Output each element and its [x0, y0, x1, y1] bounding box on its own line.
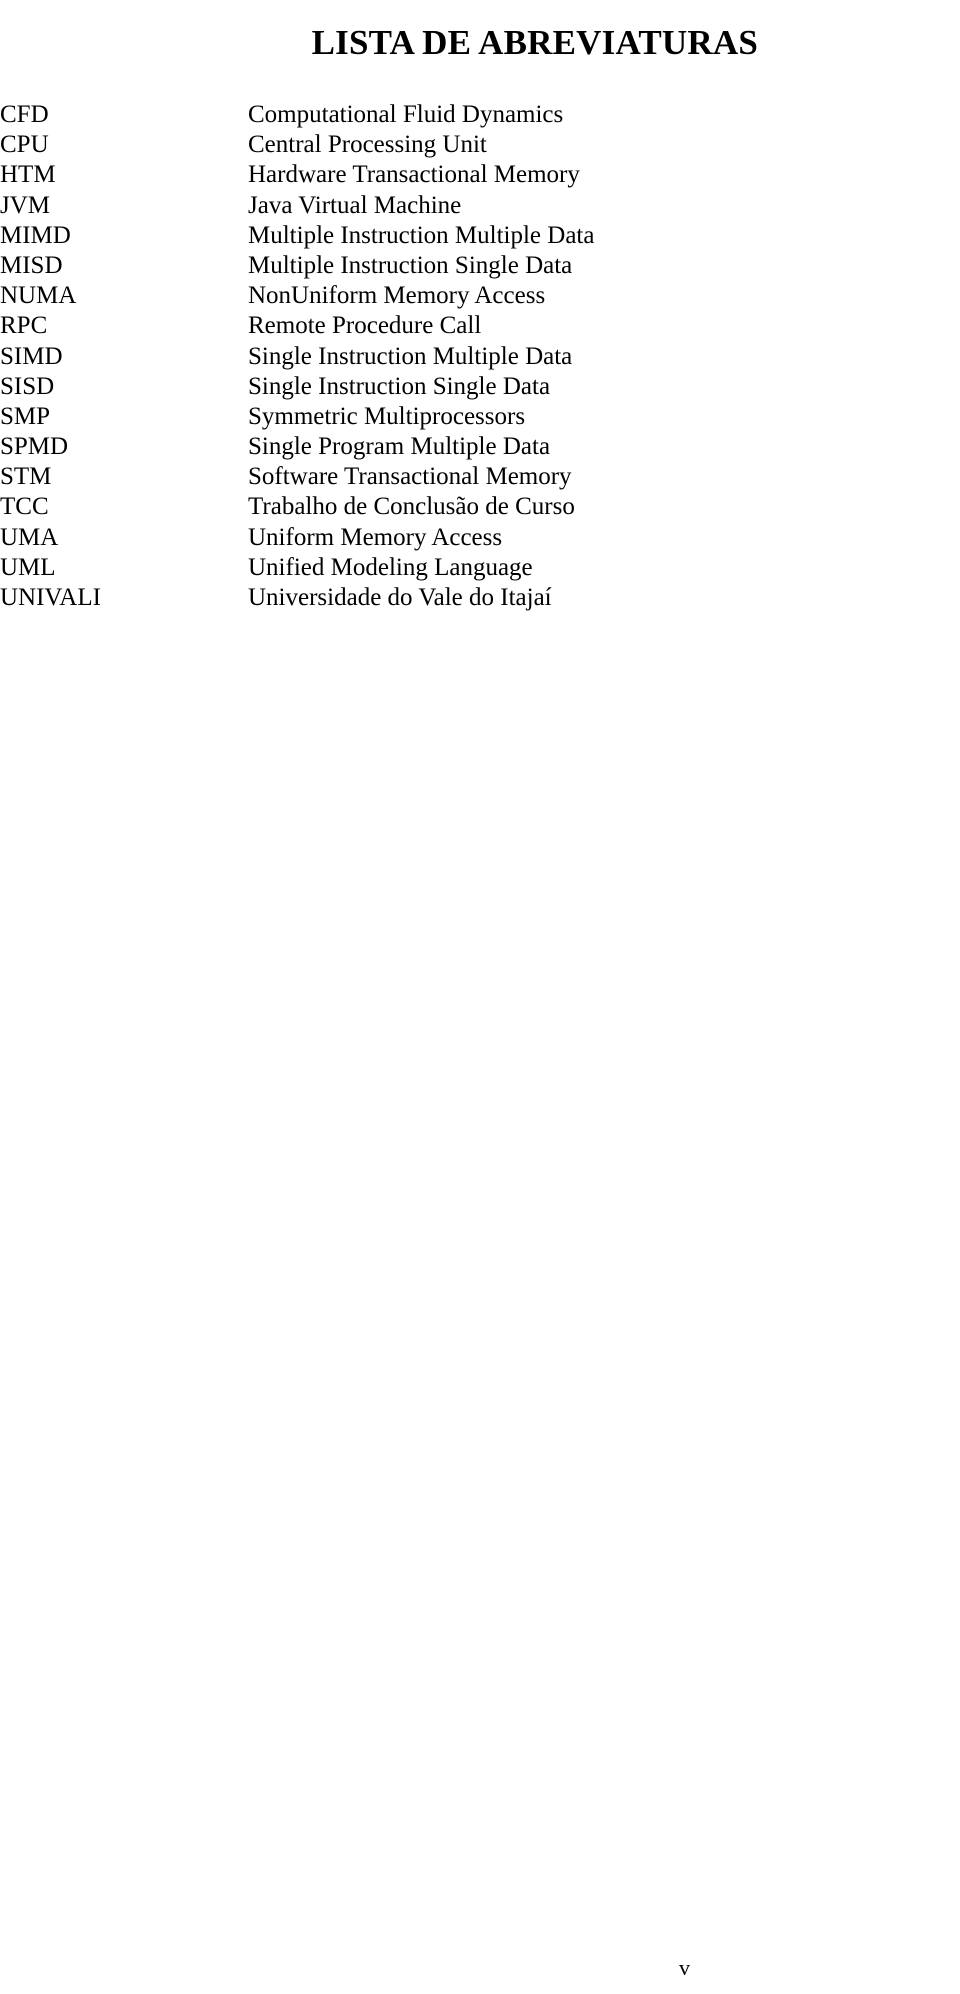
page-number: v: [679, 1955, 690, 1980]
page-title: LISTA DE ABREVIATURAS: [311, 23, 758, 63]
abbreviation-row: UML Unified Modeling Language: [0, 553, 900, 583]
abbreviation-row: JVM Java Virtual Machine: [0, 191, 900, 221]
abbreviation-term: UML: [0, 553, 56, 581]
abbreviation-row: CFD Computational Fluid Dynamics: [0, 100, 900, 130]
abbreviation-row: CPU Central Processing Unit: [0, 130, 900, 160]
document-page: LISTA DE ABREVIATURAS CFD Computational F…: [0, 0, 960, 1994]
abbreviation-row: SPMD Single Program Multiple Data: [0, 432, 900, 462]
abbreviation-term: SPMD: [0, 433, 69, 461]
abbreviation-row: SMP Symmetric Multiprocessors: [0, 402, 900, 432]
abbreviation-term: CFD: [0, 101, 49, 128]
abbreviation-row: MISD Multiple Instruction Single Data: [0, 251, 900, 281]
abbreviation-definition: Single Instruction Multiple Data: [248, 342, 573, 370]
abbreviation-list: CFD Computational Fluid Dynamics CPU Centra…: [0, 100, 900, 613]
abbreviation-definition: Single Program Multiple Data: [248, 433, 551, 461]
abbreviation-row: SIMD Single Instruction Multiple Data: [0, 342, 900, 372]
abbreviation-definition: Multiple Instruction Multiple Data: [248, 221, 595, 249]
abbreviation-row: RPC Remote Procedure Call: [0, 311, 900, 341]
abbreviation-definition: Symmetric Multiprocessors: [248, 402, 526, 430]
abbreviation-term: SMP: [0, 402, 51, 430]
abbreviation-definition: Multiple Instruction Single Data: [248, 251, 573, 279]
abbreviation-definition: Software Transactional Memory: [248, 463, 572, 491]
abbreviation-term: MIMD: [0, 221, 71, 249]
abbreviation-term: STM: [0, 463, 52, 491]
abbreviation-term: TCC: [0, 493, 49, 521]
abbreviation-definition: Uniform Memory Access: [248, 523, 503, 551]
abbreviation-term: SISD: [0, 372, 55, 400]
abbreviation-term: MISD: [0, 251, 63, 279]
abbreviation-definition: NonUniform Memory Access: [248, 282, 546, 310]
abbreviation-row: UMA Uniform Memory Access: [0, 523, 900, 553]
abbreviation-row: UNIVALI Universidade do Vale do Itajaí: [0, 583, 900, 613]
abbreviation-definition: Trabalho de Conclusão de Curso: [248, 493, 575, 521]
abbreviation-term: CPU: [0, 131, 49, 159]
abbreviation-definition: Unified Modeling Language: [248, 553, 533, 581]
abbreviation-term: RPC: [0, 312, 48, 340]
abbreviation-row: MIMD Multiple Instruction Multiple Data: [0, 221, 900, 251]
abbreviation-row: TCC Trabalho de Conclusão de Curso: [0, 492, 900, 522]
abbreviation-term: UNIVALI: [0, 584, 101, 611]
abbreviation-definition: Java Virtual Machine: [248, 191, 462, 219]
abbreviation-term: HTM: [0, 161, 56, 189]
abbreviation-definition: Single Instruction Single Data: [248, 372, 551, 400]
abbreviation-definition: Universidade do Vale do Itajaí: [248, 584, 552, 611]
abbreviation-definition: Hardware Transactional Memory: [248, 161, 580, 189]
abbreviation-term: UMA: [0, 523, 59, 551]
abbreviation-term: JVM: [0, 191, 51, 219]
abbreviation-term: SIMD: [0, 342, 63, 370]
abbreviation-definition: Central Processing Unit: [248, 131, 487, 159]
abbreviation-row: STM Software Transactional Memory: [0, 462, 900, 492]
abbreviation-row: NUMA NonUniform Memory Access: [0, 281, 900, 311]
abbreviation-definition: Remote Procedure Call: [248, 312, 482, 340]
abbreviation-row: HTM Hardware Transactional Memory: [0, 160, 900, 190]
abbreviation-row: SISD Single Instruction Single Data: [0, 372, 900, 402]
abbreviation-definition: Computational Fluid Dynamics: [248, 101, 564, 128]
abbreviation-term: NUMA: [0, 282, 77, 310]
